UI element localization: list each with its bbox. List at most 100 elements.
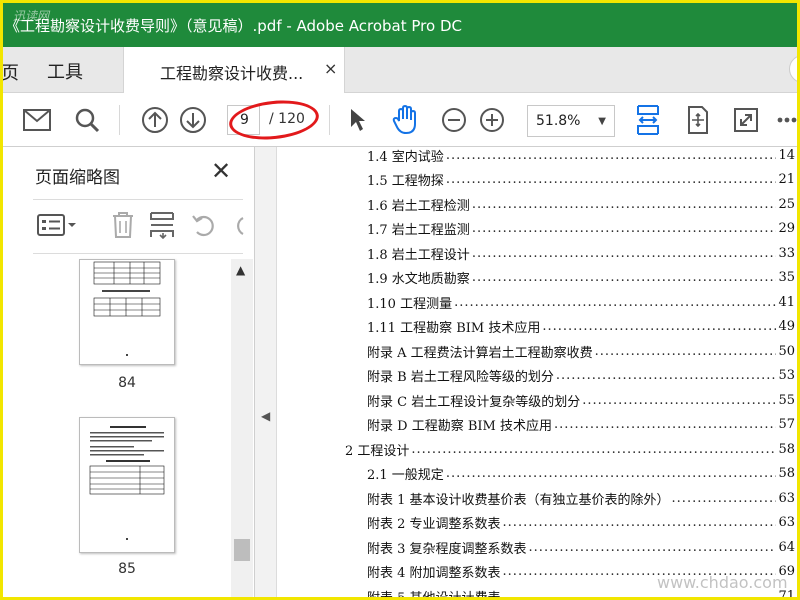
- thumbnail-scrollbar[interactable]: ▲: [231, 259, 253, 597]
- search-icon[interactable]: [71, 93, 103, 147]
- toc-entry-page: 35: [778, 270, 795, 285]
- zoom-select[interactable]: 51.8% ▼: [527, 105, 615, 137]
- document-view[interactable]: 1.4 室内试验................................…: [277, 147, 797, 597]
- site-watermark: www.chdao.com: [657, 573, 788, 592]
- tab-home[interactable]: 页: [3, 59, 19, 85]
- page-thumbnail[interactable]: [79, 417, 175, 553]
- toc-entry-page: 49: [778, 319, 795, 334]
- toc-leader-dots: ........................................…: [594, 343, 777, 359]
- toc-leader-dots: ........................................…: [411, 441, 776, 457]
- toc-entry[interactable]: 附表 3 复杂程度调整系数表..........................…: [367, 535, 795, 559]
- zoom-in-icon[interactable]: [477, 93, 507, 147]
- account-icon[interactable]: [789, 55, 797, 83]
- toc-entry-label: 1.9 水文地质勘察: [367, 272, 470, 287]
- toc-leader-dots: ........................................…: [553, 417, 777, 432]
- more-icon[interactable]: [777, 93, 797, 147]
- zoom-out-icon[interactable]: [439, 93, 469, 147]
- toc-entry[interactable]: 1.7 岩土工程监测..............................…: [367, 217, 795, 241]
- toc-entry-page: 63: [778, 490, 795, 506]
- toc-leader-dots: ........................................…: [555, 368, 777, 383]
- toc-entry-label: 1.5 工程物探: [367, 174, 444, 189]
- panel-title: 页面缩略图: [35, 168, 120, 188]
- scrollbar-thumb[interactable]: [234, 539, 250, 561]
- tab-bar: 页 工具 工程勘察设计收费... ×: [3, 47, 797, 93]
- toc-entry-label: 附表 2 专业调整系数表: [367, 517, 501, 532]
- tab-close-icon[interactable]: ×: [324, 59, 337, 78]
- toc-leader-dots: ........................................…: [445, 172, 777, 187]
- fit-width-icon[interactable]: [633, 93, 663, 147]
- toc-entry-page: 55: [778, 392, 795, 408]
- toc-entry[interactable]: 2 工程设计..................................…: [345, 437, 795, 461]
- toc-leader-dots: ........................................…: [445, 147, 777, 163]
- toc-entry[interactable]: 1.8 岩土工程设计..............................…: [367, 241, 795, 265]
- rotate-left-icon[interactable]: [191, 205, 217, 245]
- next-page-icon[interactable]: [177, 93, 209, 147]
- panel-collapse-handle[interactable]: ◀: [255, 147, 277, 597]
- toc-entry-page: 58: [778, 466, 795, 481]
- toc-entry-label: 1.7 岩土工程监测: [367, 223, 470, 238]
- toc-entry-label: 2.1 一般规定: [367, 468, 444, 483]
- tab-document[interactable]: 工程勘察设计收费... ×: [123, 47, 345, 93]
- toc-entry-label: 附录 B 岩土工程风险等级的划分: [367, 370, 554, 385]
- toc-entry[interactable]: 附录 A 工程费法计算岩土工程勘察收费.....................…: [367, 339, 795, 363]
- toc-leader-dots: ........................................…: [582, 392, 776, 408]
- fit-page-icon[interactable]: [683, 93, 713, 147]
- options-menu-icon[interactable]: [37, 205, 77, 245]
- rotate-right-icon[interactable]: [233, 205, 245, 245]
- page-thumbnail[interactable]: [79, 259, 175, 365]
- tab-document-label: 工程勘察设计收费...: [160, 64, 304, 83]
- select-arrow-icon[interactable]: [343, 93, 371, 147]
- toc-entry[interactable]: 附录 C 岩土工程设计复杂等级的划分......................…: [367, 388, 795, 412]
- toolbar: 9 / 120 51.8% ▼: [3, 93, 797, 147]
- toc-leader-dots: ........................................…: [471, 245, 777, 261]
- toc-entry[interactable]: 附表 2 专业调整系数表............................…: [367, 511, 795, 535]
- hand-icon[interactable]: [389, 93, 421, 147]
- toc-entry-page: 25: [778, 196, 795, 212]
- toc-leader-dots: ........................................…: [528, 539, 777, 555]
- toc-entry[interactable]: 1.9 水文地质勘察..............................…: [367, 266, 795, 290]
- toc-entry-label: 1.11 工程勘察 BIM 技术应用: [367, 321, 541, 336]
- fullscreen-icon[interactable]: [731, 93, 761, 147]
- toc-entry[interactable]: 附录 B 岩土工程风险等级的划分........................…: [367, 364, 795, 388]
- toc-entry[interactable]: 1.4 室内试验................................…: [367, 147, 795, 167]
- toc-leader-dots: ........................................…: [471, 270, 777, 285]
- toc-entry-label: 附录 A 工程费法计算岩土工程勘察收费: [367, 345, 593, 361]
- trash-icon[interactable]: [111, 205, 135, 245]
- toc-entry-label: 附表 3 复杂程度调整系数表: [367, 541, 527, 557]
- toc-entry-label: 1.10 工程测量: [367, 296, 453, 312]
- toc-entry-page: 33: [778, 245, 795, 261]
- toc-entry-page: 14: [778, 147, 795, 163]
- tab-tools[interactable]: 工具: [47, 58, 83, 84]
- mail-icon[interactable]: [21, 93, 53, 147]
- toc-entry-label: 附录 C 岩土工程设计复杂等级的划分: [367, 394, 581, 410]
- thumbnail-page-number: 85: [118, 561, 136, 577]
- toc-entry-page: 57: [778, 417, 795, 432]
- toc-entry[interactable]: 2.1 一般规定................................…: [367, 462, 795, 486]
- app-window: 迅读网 《工程勘察设计收费导则》（意见稿）.pdf - Adobe Acroba…: [0, 0, 800, 600]
- prev-page-icon[interactable]: [139, 93, 171, 147]
- toc-entry-page: 58: [778, 441, 795, 457]
- toc-leader-dots: ........................................…: [671, 490, 777, 506]
- zoom-value: 51.8%: [536, 113, 581, 129]
- toc-leader-dots: ........................................…: [471, 221, 777, 236]
- toolbar-separator: [329, 105, 330, 135]
- toc-entry[interactable]: 1.6 岩土工程检测..............................…: [367, 192, 795, 216]
- toc-entry-page: 50: [778, 343, 795, 359]
- toc-entry-label: 1.4 室内试验: [367, 149, 444, 165]
- scroll-up-icon[interactable]: ▲: [236, 263, 245, 277]
- toc-leader-dots: ........................................…: [471, 196, 777, 212]
- title-bar: 迅读网 《工程勘察设计收费导则》（意见稿）.pdf - Adobe Acroba…: [3, 3, 797, 47]
- toolbar-separator: [119, 105, 120, 135]
- toc-entry-page: 41: [778, 294, 795, 310]
- toc-entry[interactable]: 1.10 工程测量...............................…: [367, 290, 795, 314]
- toc-leader-dots: ........................................…: [454, 294, 777, 310]
- toc-leader-dots: ........................................…: [542, 319, 776, 334]
- toc-entry[interactable]: 附表 1 基本设计收费基价表（有独立基价表的除外）...............…: [367, 486, 795, 510]
- panel-close-icon[interactable]: ✕: [211, 157, 231, 185]
- toc-entry[interactable]: 1.5 工程物探................................…: [367, 168, 795, 192]
- toc-entry[interactable]: 1.11 工程勘察 BIM 技术应用......................…: [367, 315, 795, 339]
- insert-page-icon[interactable]: [149, 205, 175, 245]
- chevron-down-icon: ▼: [598, 116, 606, 127]
- collapse-arrow-icon[interactable]: ◀: [261, 409, 270, 423]
- toc-entry[interactable]: 附录 D 工程勘察 BIM 技术应用......................…: [367, 413, 795, 437]
